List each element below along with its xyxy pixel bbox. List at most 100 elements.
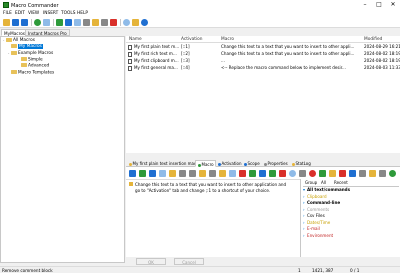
command-label: Environment: [307, 232, 334, 238]
table-row[interactable]: My first plain text m... [::1] Change th…: [126, 44, 400, 51]
command-item[interactable]: › E-mail: [303, 226, 400, 232]
insert-icon[interactable]: [249, 170, 256, 177]
table-row[interactable]: My first general ma... [::4] <-- Replace…: [126, 65, 400, 72]
table-row[interactable]: My first rich text m... [::2] Change thi…: [126, 51, 400, 58]
cancel-button[interactable]: Cancel: [174, 257, 204, 265]
menu-insert[interactable]: INSERT: [43, 11, 58, 16]
tab-properties[interactable]: Properties: [262, 160, 289, 167]
settings-icon[interactable]: [299, 170, 306, 177]
error-icon[interactable]: [339, 170, 346, 177]
close-button[interactable]: ✕: [386, 0, 400, 10]
record-macro-icon[interactable]: [309, 170, 316, 177]
delete-icon[interactable]: [110, 19, 117, 26]
add-macro-icon[interactable]: [34, 19, 41, 26]
document-icon: [128, 59, 132, 64]
menu-help[interactable]: HELP: [77, 11, 88, 16]
macro-editor[interactable]: Change this text to a text that you want…: [126, 179, 300, 257]
list-icon[interactable]: [359, 170, 366, 177]
tab-all[interactable]: All: [321, 180, 326, 185]
tools-icon[interactable]: [132, 19, 139, 26]
tree-node-macro-templates[interactable]: Macro Templates: [1, 69, 124, 77]
document-icon[interactable]: [83, 19, 90, 26]
record-icon[interactable]: [279, 170, 286, 177]
menu-file[interactable]: FILE: [3, 11, 12, 16]
save-icon[interactable]: [12, 19, 19, 26]
table-row[interactable]: My first clipboard m... [::3] ... 2024-0…: [126, 58, 400, 65]
tab-label: Properties: [267, 161, 288, 166]
tab-group[interactable]: Group: [305, 180, 317, 185]
info-icon[interactable]: [349, 170, 356, 177]
undo-icon[interactable]: [199, 170, 206, 177]
insert-command-icon[interactable]: [319, 170, 326, 177]
check-icon[interactable]: [269, 170, 276, 177]
cell-modified: 2024-08-02 18:19:41: [364, 51, 400, 56]
maximize-button[interactable]: □: [372, 0, 386, 10]
macro-list-header: Name Activation Macro Modified: [126, 36, 400, 43]
command-item[interactable]: › Csv Files: [303, 213, 400, 219]
copy-command-icon[interactable]: [369, 170, 376, 177]
redo-icon[interactable]: [209, 170, 216, 177]
command-item[interactable]: › Command-line: [303, 200, 400, 206]
help-icon[interactable]: [141, 19, 148, 26]
menu-tools[interactable]: TOOLS: [61, 11, 76, 16]
stop-icon[interactable]: [159, 170, 166, 177]
statlog-icon: [291, 162, 295, 166]
folder-icon[interactable]: [3, 19, 10, 26]
macro-tree: - All Macros My Macros - Example Macros Si…: [0, 36, 125, 263]
floppy-icon[interactable]: [21, 19, 28, 26]
uncomment-icon[interactable]: [229, 170, 236, 177]
menu-edit[interactable]: EDIT: [15, 11, 25, 16]
paste-icon[interactable]: [74, 19, 81, 26]
play-icon[interactable]: [56, 19, 63, 26]
menu-view[interactable]: VIEW: [28, 11, 39, 16]
column-name[interactable]: Name: [129, 36, 142, 43]
status-coords: 1421, 387: [312, 268, 334, 273]
add-icon[interactable]: [389, 170, 396, 177]
pane-splitter[interactable]: [126, 153, 400, 160]
command-item[interactable]: › Comments: [303, 207, 400, 213]
tab-activation[interactable]: Activation: [216, 160, 243, 167]
scope-icon: [243, 162, 247, 166]
tab-statlog[interactable]: StatLog: [290, 160, 312, 167]
properties-icon[interactable]: [92, 19, 99, 26]
close-panel-icon[interactable]: [379, 170, 386, 177]
command-item[interactable]: › Dates/Time: [303, 220, 400, 226]
tab-mymacros[interactable]: MyMacros: [1, 29, 28, 36]
search-icon[interactable]: [123, 19, 130, 26]
paste-icon[interactable]: [189, 170, 196, 177]
command-item[interactable]: › Environment: [303, 233, 400, 239]
variables-icon[interactable]: [329, 170, 336, 177]
copy-icon[interactable]: [43, 19, 50, 26]
step-icon[interactable]: [149, 170, 156, 177]
tab-instant-macros-pro[interactable]: Instant Macros Pro: [25, 29, 70, 36]
search-icon[interactable]: [289, 170, 296, 177]
tree-node-label: Example Macros: [18, 51, 54, 56]
command-item[interactable]: ▾ All text/commands: [303, 187, 400, 193]
column-macro[interactable]: Macro: [221, 36, 234, 43]
run-icon[interactable]: [139, 170, 146, 177]
cut-icon[interactable]: [169, 170, 176, 177]
delete-icon[interactable]: [239, 170, 246, 177]
record-icon[interactable]: [65, 19, 72, 26]
minimize-button[interactable]: –: [358, 0, 372, 10]
play-icon[interactable]: [129, 170, 136, 177]
export-icon[interactable]: [101, 19, 108, 26]
tab-scope[interactable]: Scope: [242, 160, 261, 167]
cell-modified: 2024-08-02 18:19:41: [364, 58, 400, 63]
ok-button[interactable]: OK: [136, 257, 166, 265]
format-icon[interactable]: [259, 170, 266, 177]
tab-label: My first plain text insertion mac: [132, 161, 197, 166]
command-item[interactable]: › Clipboard: [303, 194, 400, 200]
column-modified[interactable]: Modified: [364, 36, 382, 43]
comment-icon[interactable]: [219, 170, 226, 177]
copy-icon[interactable]: [179, 170, 186, 177]
tab-recent[interactable]: Recent: [334, 180, 348, 185]
status-position: 1: [298, 268, 301, 273]
tab-macro-name[interactable]: My first plain text insertion mac: [127, 160, 198, 167]
activation-icon: [217, 162, 221, 166]
tab-macro[interactable]: Macro: [195, 160, 217, 167]
cell-name: My first plain text m...: [134, 44, 179, 49]
column-activation[interactable]: Activation: [181, 36, 203, 43]
document-icon: [128, 52, 132, 57]
status-bar: Remove comment block 1 1421, 387 0 / 1: [0, 266, 400, 273]
